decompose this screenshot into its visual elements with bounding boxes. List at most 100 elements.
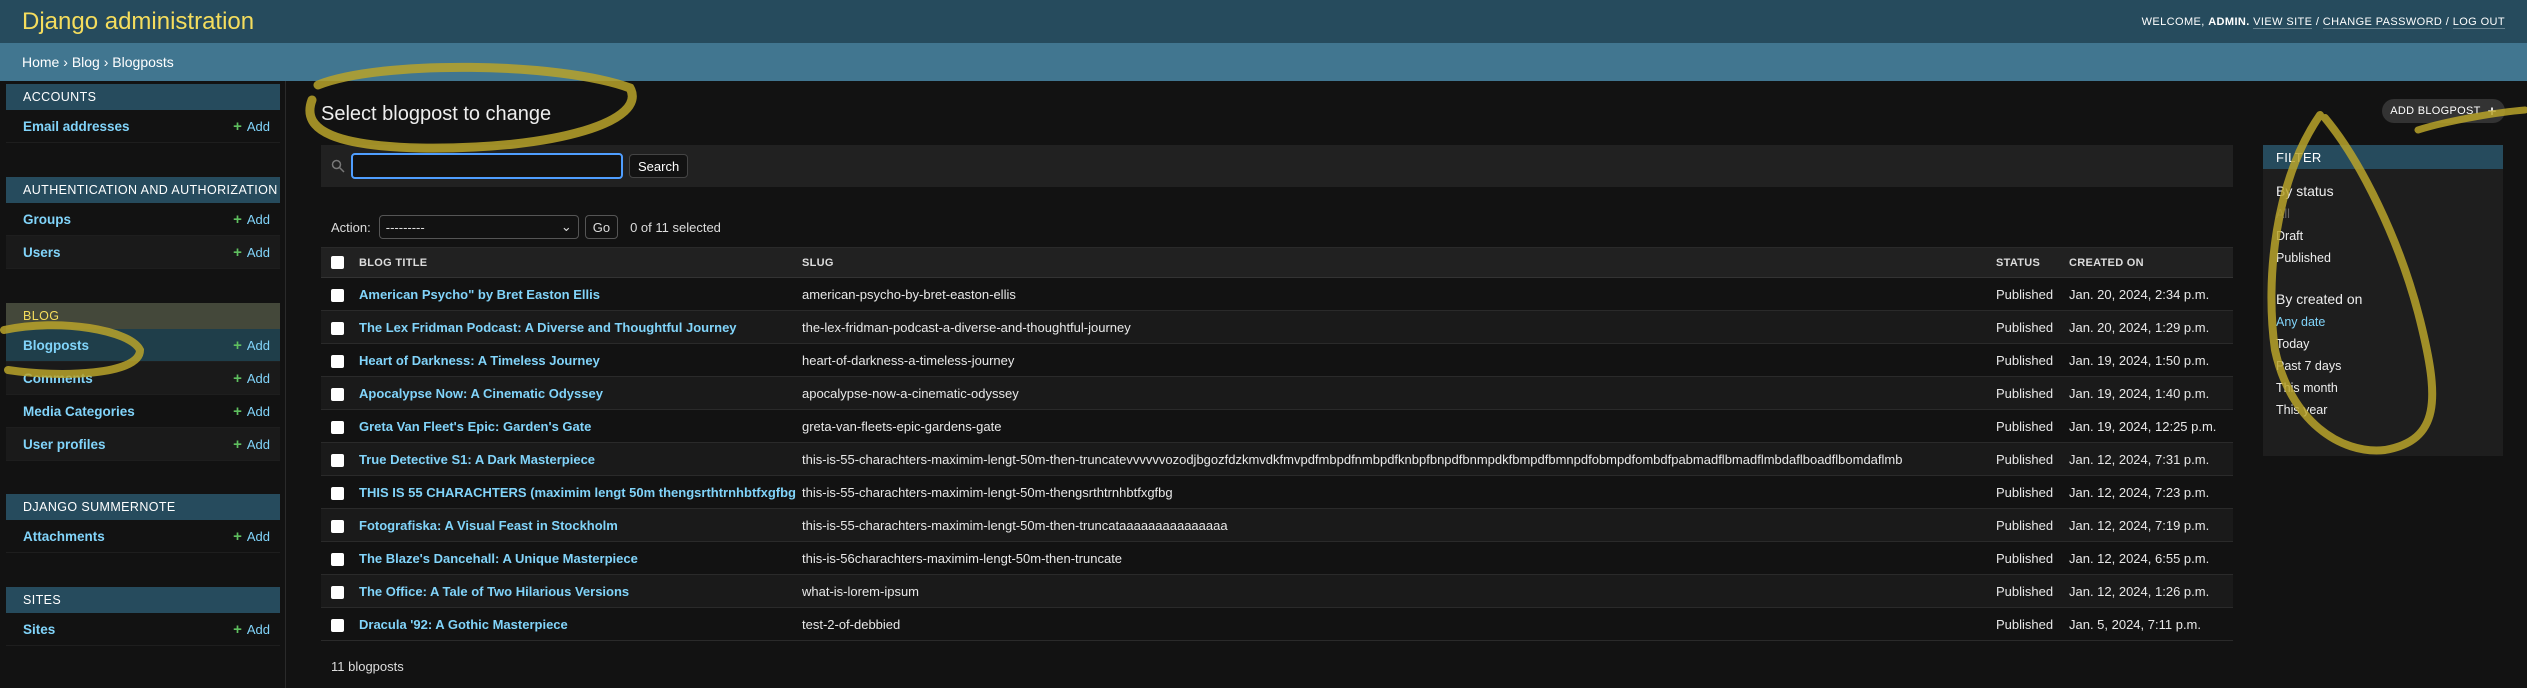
add-link[interactable]: + Add <box>233 244 270 261</box>
filter-option[interactable]: Draft <box>2263 225 2503 247</box>
row-checkbox[interactable] <box>331 519 344 533</box>
blogpost-link[interactable]: Dracula '92: A Gothic Masterpiece <box>359 617 568 632</box>
add-blogpost-button[interactable]: ADD BLOGPOST + <box>2382 99 2505 123</box>
module-caption[interactable]: Blog <box>6 303 280 329</box>
add-link[interactable]: + Add <box>233 337 270 354</box>
row-checkbox[interactable] <box>331 321 344 335</box>
breadcrumb-app[interactable]: Blog <box>72 54 100 70</box>
table-row: American Psycho" by Bret Easton Ellis ame… <box>321 278 2233 311</box>
row-select-cell <box>321 509 353 542</box>
select-all-checkbox[interactable] <box>331 256 344 269</box>
table-row: Heart of Darkness: A Timeless Journey hea… <box>321 344 2233 377</box>
filter-option[interactable]: Published <box>2263 247 2503 269</box>
module-summernote: Django Summernote Attachments + Add <box>6 494 280 553</box>
row-checkbox[interactable] <box>331 585 344 599</box>
row-checkbox[interactable] <box>331 387 344 401</box>
row-checkbox[interactable] <box>331 420 344 434</box>
go-button[interactable]: Go <box>584 215 619 239</box>
blogpost-link[interactable]: THIS IS 55 CHARACHTERS (maximim lengt 50… <box>359 485 796 500</box>
sidebar-item-label[interactable]: Blogposts <box>23 338 89 353</box>
sidebar-item-label[interactable]: Attachments <box>23 529 105 544</box>
sidebar-item-label[interactable]: Comments <box>23 371 93 386</box>
plus-icon: + <box>233 336 242 354</box>
row-checkbox[interactable] <box>331 552 344 566</box>
blogpost-link[interactable]: Apocalypse Now: A Cinematic Odyssey <box>359 386 603 401</box>
sidebar-item-label[interactable]: Media Categories <box>23 404 135 419</box>
row-select-cell <box>321 278 353 311</box>
plus-icon: + <box>2487 102 2497 120</box>
blogpost-link[interactable]: Heart of Darkness: A Timeless Journey <box>359 353 600 368</box>
sidebar-item-label[interactable]: Sites <box>23 622 55 637</box>
table-body: American Psycho" by Bret Easton Ellis ame… <box>321 278 2233 641</box>
filter-option[interactable]: Any date <box>2263 311 2503 333</box>
module-caption[interactable]: Authentication and Authorization <box>6 177 280 203</box>
slug-cell: american-psycho-by-bret-easton-ellis <box>801 286 1016 302</box>
title-cell: American Psycho" by Bret Easton Ellis <box>353 278 796 311</box>
title-cell: The Office: A Tale of Two Hilarious Vers… <box>353 575 796 608</box>
breadcrumb-separator: › <box>103 54 109 70</box>
blogpost-link[interactable]: True Detective S1: A Dark Masterpiece <box>359 452 595 467</box>
blogpost-link[interactable]: Fotografiska: A Visual Feast in Stockhol… <box>359 518 618 533</box>
row-checkbox[interactable] <box>331 453 344 467</box>
add-link[interactable]: + Add <box>233 528 270 545</box>
column-header-created-on[interactable]: Created on <box>2063 248 2233 278</box>
column-header-slug[interactable]: Slug <box>796 248 1990 278</box>
row-checkbox[interactable] <box>331 486 344 500</box>
filter-option[interactable]: Past 7 days <box>2263 355 2503 377</box>
site-branding[interactable]: Django administration <box>22 8 254 36</box>
add-label: Add <box>246 118 270 134</box>
filter-option[interactable]: This year <box>2263 399 2503 421</box>
add-link[interactable]: + Add <box>233 403 270 420</box>
sidebar-item-sites: Sites + Add <box>6 613 280 646</box>
sidebar-item-label[interactable]: Groups <box>23 212 71 227</box>
status-cell: Published <box>1995 616 2054 632</box>
page-title: Select blogpost to change <box>321 103 552 125</box>
blogpost-link[interactable]: American Psycho" by Bret Easton Ellis <box>359 287 600 302</box>
add-link[interactable]: + Add <box>233 211 270 228</box>
add-link[interactable]: + Add <box>233 370 270 387</box>
slug-cell: this-is-55-charachters-maximim-lengt-50m… <box>801 451 1903 467</box>
sidebar-item-label[interactable]: Email addresses <box>23 119 130 134</box>
search-input[interactable] <box>351 153 623 179</box>
filter-option[interactable]: This month <box>2263 377 2503 399</box>
title-cell: THIS IS 55 CHARACHTERS (maximim lengt 50… <box>353 476 796 509</box>
module-blog: Blog Blogposts + Add Comments + Add Media … <box>6 303 280 461</box>
action-select[interactable]: --------- ⌄ <box>378 215 579 239</box>
add-label: Add <box>246 436 270 452</box>
actions-bar: Action: --------- ⌄ Go 0 of 11 selected <box>321 213 721 241</box>
add-link[interactable]: + Add <box>233 621 270 638</box>
blogpost-link[interactable]: The Blaze's Dancehall: A Unique Masterpi… <box>359 551 638 566</box>
sidebar-item-label[interactable]: User profiles <box>23 437 106 452</box>
change-password-link[interactable]: CHANGE PASSWORD <box>2322 15 2443 29</box>
created-cell: Jan. 20, 2024, 1:29 p.m. <box>2068 319 2210 335</box>
row-checkbox[interactable] <box>331 618 344 632</box>
plus-icon: + <box>233 402 242 420</box>
blogpost-link[interactable]: Greta Van Fleet's Epic: Garden's Gate <box>359 419 591 434</box>
blogpost-link[interactable]: The Lex Fridman Podcast: A Diverse and T… <box>359 320 737 335</box>
module-caption[interactable]: Django Summernote <box>6 494 280 520</box>
row-checkbox[interactable] <box>331 288 344 302</box>
filter-option[interactable]: All <box>2263 203 2503 225</box>
add-link[interactable]: + Add <box>233 118 270 135</box>
sidebar-item-label[interactable]: Users <box>23 245 61 260</box>
slug-cell: this-is-55-charachters-maximim-lengt-50m… <box>801 484 1173 500</box>
blogpost-link[interactable]: The Office: A Tale of Two Hilarious Vers… <box>359 584 629 599</box>
chevron-down-icon: ⌄ <box>560 219 572 234</box>
status-cell: Published <box>1995 451 2054 467</box>
select-all-header <box>321 248 353 278</box>
log-out-link[interactable]: LOG OUT <box>2452 15 2505 29</box>
filter-option[interactable]: Today <box>2263 333 2503 355</box>
column-header-blog-title[interactable]: Blog title <box>353 248 796 278</box>
module-caption[interactable]: Accounts <box>6 84 280 110</box>
row-checkbox[interactable] <box>331 354 344 368</box>
breadcrumb-home[interactable]: Home <box>22 54 59 70</box>
created-cell: Jan. 19, 2024, 12:25 p.m. <box>2068 418 2217 434</box>
created-cell: Jan. 19, 2024, 1:50 p.m. <box>2068 352 2210 368</box>
view-site-link[interactable]: VIEW SITE <box>2253 15 2313 29</box>
title-cell: Fotografiska: A Visual Feast in Stockhol… <box>353 509 796 542</box>
column-header-status[interactable]: Status <box>1990 248 2063 278</box>
module-caption[interactable]: Sites <box>6 587 280 613</box>
search-button[interactable]: Search <box>629 154 689 178</box>
add-link[interactable]: + Add <box>233 436 270 453</box>
plus-icon: + <box>233 620 242 638</box>
